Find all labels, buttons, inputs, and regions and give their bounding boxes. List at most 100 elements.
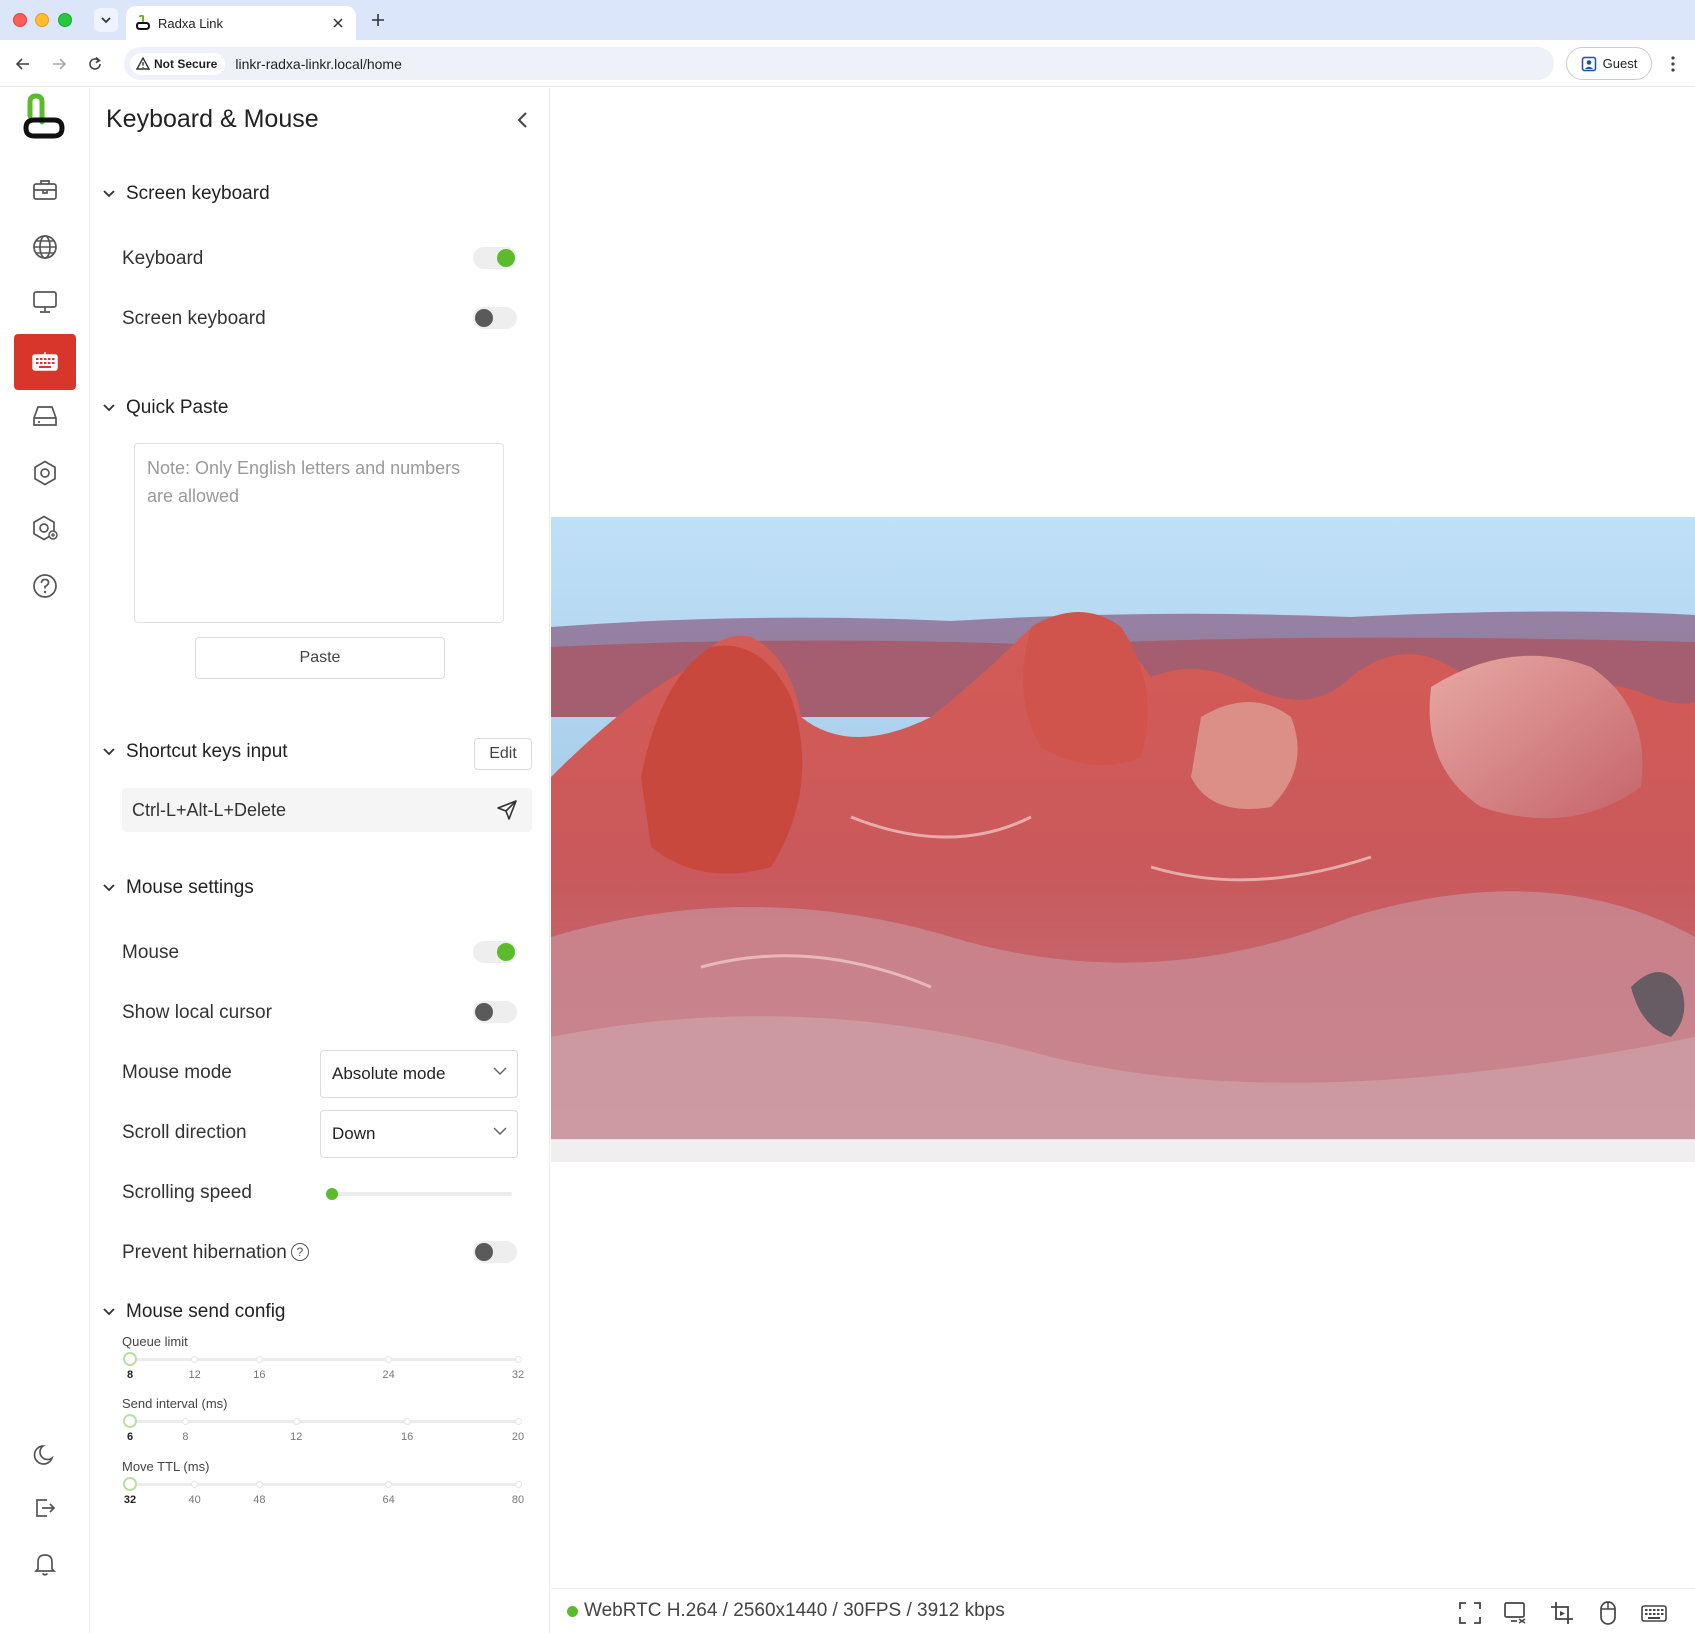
arrow-left-icon — [15, 58, 29, 70]
move-ttl-slider[interactable] — [130, 1483, 518, 1486]
sidebar-rail — [0, 88, 90, 1633]
forward-button[interactable] — [45, 50, 73, 78]
sidebar-item-storage[interactable] — [14, 388, 76, 444]
keyboard-button[interactable] — [1640, 1599, 1668, 1627]
sidebar-item-display[interactable] — [14, 274, 76, 330]
section-mouse-settings[interactable]: Mouse settings — [102, 877, 254, 899]
scrolling-speed-slider[interactable] — [326, 1192, 512, 1196]
slider-tick[interactable] — [385, 1356, 393, 1363]
remote-taskbar[interactable] — [551, 1139, 1695, 1162]
mouse-toggle[interactable] — [473, 941, 517, 963]
browser-tab[interactable]: Radxa Link — [126, 6, 356, 40]
slider-tick[interactable] — [292, 1418, 300, 1425]
prevent-hibernation-row: Prevent hibernation? — [122, 1242, 309, 1264]
radxa-link-logo[interactable] — [20, 92, 66, 149]
toggle-knob — [497, 943, 515, 961]
screen-switch-button[interactable] — [1502, 1599, 1530, 1627]
prevent-hibernation-toggle[interactable] — [473, 1241, 517, 1263]
slider-tick[interactable] — [191, 1481, 199, 1488]
browser-tabstrip: Radxa Link — [0, 0, 1695, 40]
security-chip[interactable]: Not Secure — [130, 52, 226, 75]
slider-thumb[interactable] — [123, 1414, 137, 1428]
tab-search-button[interactable] — [94, 8, 118, 32]
window-close-button[interactable] — [13, 13, 27, 27]
slider-tick[interactable] — [385, 1481, 393, 1488]
send-shortcut-button[interactable] — [496, 799, 518, 826]
slider-tick[interactable] — [514, 1356, 522, 1363]
section-shortcut-keys[interactable]: Shortcut keys input — [102, 741, 288, 763]
keyboard-toggle[interactable] — [473, 247, 517, 269]
chevron-left-icon — [517, 112, 527, 128]
address-bar[interactable]: Not Secure linkr-radxa-linkr.local/home — [124, 47, 1554, 80]
window-minimize-button[interactable] — [35, 13, 49, 27]
section-title: Screen keyboard — [126, 183, 270, 204]
sidebar-item-advanced[interactable] — [14, 500, 76, 556]
edit-shortcut-button[interactable]: Edit — [474, 738, 532, 770]
sidebar-item-keyboard-mouse[interactable] — [14, 334, 76, 390]
paste-button[interactable]: Paste — [195, 637, 445, 679]
scrolling-speed-thumb[interactable] — [326, 1188, 338, 1200]
slider-tick[interactable] — [255, 1481, 263, 1488]
keyboard-icon — [32, 352, 58, 371]
tab-close-button[interactable] — [326, 11, 350, 35]
section-mouse-send-config[interactable]: Mouse send config — [102, 1301, 286, 1323]
profile-button[interactable]: Guest — [1566, 47, 1652, 80]
connection-status-dot — [567, 1605, 578, 1617]
screen-keyboard-toggle[interactable] — [473, 307, 517, 329]
reload-icon — [89, 56, 101, 70]
local-cursor-toggle[interactable] — [473, 1001, 517, 1023]
slider-tick[interactable] — [403, 1418, 411, 1425]
prevent-hibernation-label: Prevent hibernation — [122, 1242, 287, 1263]
security-label: Not Secure — [154, 56, 218, 71]
section-screen-keyboard[interactable]: Screen keyboard — [102, 183, 270, 205]
slider-tick[interactable] — [181, 1418, 189, 1425]
chevron-down-icon — [493, 1127, 507, 1136]
back-button[interactable] — [9, 50, 37, 78]
sidebar-item-settings[interactable] — [14, 445, 76, 501]
mouse-button[interactable] — [1594, 1599, 1622, 1627]
dark-mode-toggle[interactable] — [14, 1427, 76, 1483]
shortcut-combo-row[interactable]: Ctrl-L+Alt-L+Delete — [122, 788, 532, 832]
chevron-down-icon — [101, 17, 111, 24]
slider-tick-label: 8 — [182, 1431, 189, 1443]
slider-tick-label: 20 — [511, 1431, 525, 1443]
storage-icon — [33, 406, 57, 426]
fullscreen-icon — [1459, 1602, 1481, 1624]
queue-limit-slider[interactable] — [130, 1358, 518, 1361]
window-zoom-button[interactable] — [58, 13, 72, 27]
sidebar-item-device[interactable] — [14, 162, 76, 218]
settings-icon — [34, 460, 56, 486]
fullscreen-button[interactable] — [1456, 1599, 1484, 1627]
notifications-button[interactable] — [14, 1536, 76, 1592]
collapse-panel-button[interactable] — [508, 106, 536, 134]
slider-label: Move TTL (ms) — [122, 1459, 210, 1474]
section-quick-paste[interactable]: Quick Paste — [102, 397, 228, 419]
scroll-direction-select[interactable]: Down — [320, 1110, 518, 1158]
reload-button[interactable] — [81, 50, 109, 78]
slider-tick-label: 12 — [188, 1369, 201, 1381]
help-icon[interactable]: ? — [290, 1243, 309, 1261]
slider-tick[interactable] — [514, 1418, 522, 1425]
slider-tick-label: 12 — [290, 1431, 303, 1443]
crop-button[interactable] — [1548, 1599, 1576, 1627]
mouse-mode-select[interactable]: Absolute mode — [320, 1050, 518, 1098]
slider-thumb[interactable] — [123, 1352, 137, 1366]
logout-button[interactable] — [14, 1480, 76, 1536]
sidebar-item-network[interactable] — [14, 219, 76, 275]
toggle-knob — [497, 249, 515, 267]
slider-tick[interactable] — [514, 1481, 522, 1488]
keyboard-label: Keyboard — [122, 248, 204, 269]
slider-thumb[interactable] — [123, 1477, 137, 1491]
tab-title: Radxa Link — [158, 15, 224, 31]
remote-desktop-view[interactable]: WebRTC H.264 / 2560x1440 / 30FPS / 3912 … — [551, 88, 1695, 1633]
slider-tick[interactable] — [255, 1356, 263, 1363]
browser-menu-button[interactable] — [1662, 52, 1684, 76]
toggle-knob — [475, 1003, 493, 1021]
slider-tick[interactable] — [191, 1356, 199, 1363]
quick-paste-input[interactable] — [134, 443, 504, 623]
status-bar: WebRTC H.264 / 2560x1440 / 30FPS / 3912 … — [551, 1588, 1695, 1633]
new-tab-button[interactable] — [366, 8, 390, 32]
sidebar-item-help[interactable] — [14, 558, 76, 614]
remote-screen[interactable] — [551, 517, 1695, 1162]
scroll-direction-label: Scroll direction — [122, 1122, 247, 1143]
